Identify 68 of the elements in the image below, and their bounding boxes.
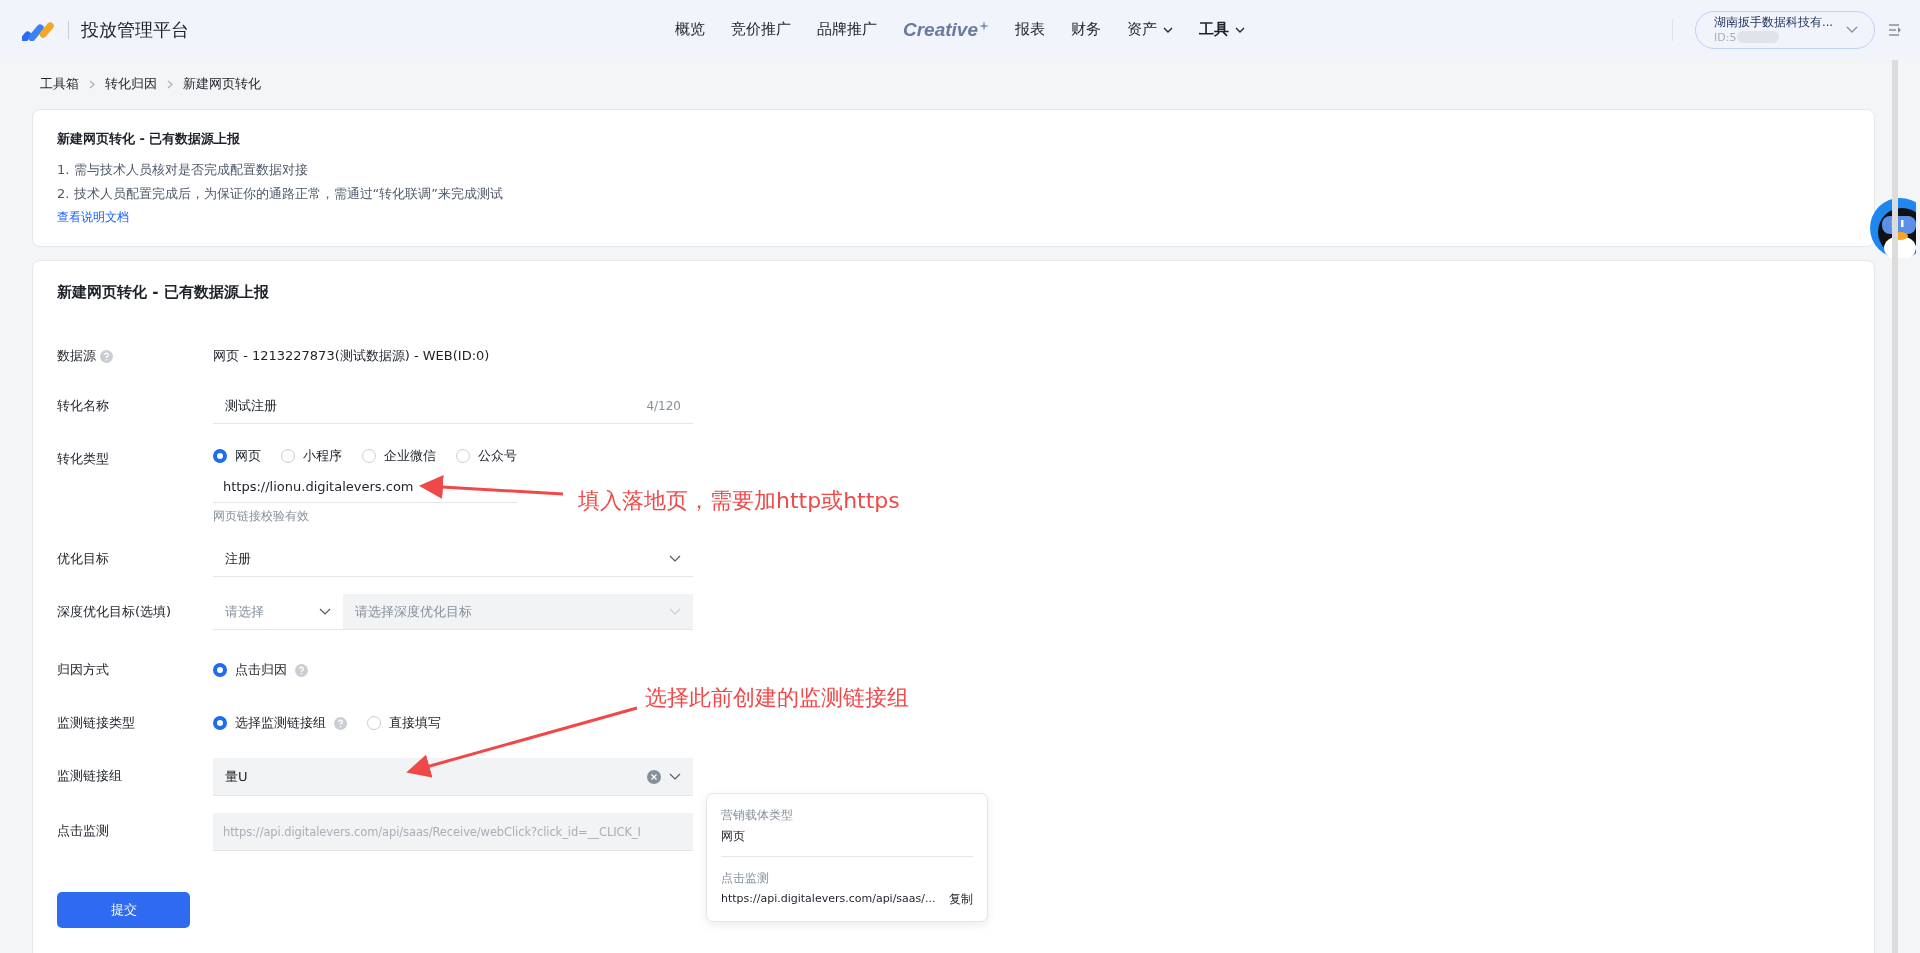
submit-button[interactable]: 提交 bbox=[57, 892, 190, 928]
radio-label[interactable]: 点击归因 bbox=[235, 661, 287, 679]
popover-label: 点击监测 bbox=[721, 871, 770, 886]
chevron-down-icon bbox=[669, 608, 681, 615]
help-icon[interactable] bbox=[100, 349, 113, 363]
chevron-right-icon bbox=[167, 79, 173, 89]
chevron-down-icon bbox=[1846, 26, 1858, 33]
caret-icon bbox=[1235, 26, 1245, 33]
radio-button[interactable] bbox=[213, 716, 227, 730]
validation-hint: 网页链接校验有效 bbox=[213, 509, 310, 524]
help-icon[interactable] bbox=[334, 716, 347, 730]
field-label: 数据源 bbox=[57, 347, 96, 365]
help-icon[interactable] bbox=[295, 663, 308, 677]
clear-icon[interactable] bbox=[647, 769, 661, 784]
form-title: 新建网页转化 - 已有数据源上报 bbox=[57, 283, 270, 302]
breadcrumb-item[interactable]: 新建网页转化 bbox=[183, 75, 261, 93]
nav-tab[interactable]: Creative bbox=[890, 18, 1002, 41]
radio-button[interactable] bbox=[213, 449, 227, 463]
url-input[interactable]: https://lionu.digitalevers.com bbox=[213, 471, 517, 503]
popover-value: 网页 bbox=[721, 829, 746, 844]
notice-title: 新建网页转化 - 已有数据源上报 bbox=[57, 130, 242, 148]
notice-text: 2. 技术人员配置完成后，为保证你的通路正常，需通过“转化联调”来完成测试 bbox=[57, 185, 504, 203]
nav-tab[interactable]: 财务 bbox=[1058, 20, 1114, 39]
collapse-icon[interactable] bbox=[1889, 23, 1902, 36]
click-tracking-field: https://api.digitalevers.com/api/saas/Receive/webClick?click_id=__CLICK_I bbox=[213, 813, 693, 851]
field-label: 转化名称 bbox=[57, 397, 109, 415]
nav-tab[interactable]: 竞价推广 bbox=[718, 20, 804, 39]
caret-icon bbox=[1163, 26, 1173, 33]
nav-tab[interactable]: 概览 bbox=[662, 20, 718, 39]
breadcrumb-item[interactable]: 转化归因 bbox=[105, 75, 157, 93]
nav-tab[interactable]: 报表 bbox=[1002, 20, 1058, 39]
select-field[interactable]: 注册 bbox=[213, 541, 693, 577]
annotation-text: 选择此前创建的监测链接组 bbox=[645, 684, 909, 712]
field-label: 监测链接组 bbox=[57, 767, 122, 785]
annotation-text: 填入落地页，需要加http或https bbox=[578, 487, 900, 515]
data-source-value: 网页 - 1213227873(测试数据源) - WEB(ID:0) bbox=[213, 348, 490, 363]
radio-label[interactable]: 企业微信 bbox=[384, 447, 436, 465]
chevron-right-icon bbox=[89, 79, 95, 89]
chevron-down-icon bbox=[319, 608, 331, 615]
copy-link[interactable]: 复制 bbox=[949, 892, 973, 907]
field-label: 优化目标 bbox=[57, 550, 109, 568]
account-switcher[interactable]: 湖南扳手数据科技有... ID:5 bbox=[1695, 10, 1875, 49]
radio-label[interactable]: 选择监测链接组 bbox=[235, 714, 326, 732]
notice-text: 1. 需与技术人员核对是否完成配置数据对接 bbox=[57, 161, 309, 179]
popover-value: https://api.digitalevers.com/api/saas/... bbox=[721, 892, 936, 907]
scrollbar[interactable] bbox=[1892, 60, 1898, 953]
nav-tab[interactable]: 品牌推广 bbox=[804, 20, 890, 39]
nav-tab[interactable]: 资产 bbox=[1114, 20, 1186, 39]
platform-name: 投放管理平台 bbox=[81, 17, 189, 42]
popover-label: 营销载体类型 bbox=[721, 808, 794, 823]
radio-label[interactable]: 公众号 bbox=[478, 447, 517, 465]
field-label: 转化类型 bbox=[57, 450, 109, 468]
field-label: 归因方式 bbox=[57, 661, 109, 679]
field-label: 深度优化目标(选填) bbox=[57, 603, 172, 621]
sparkle-icon bbox=[979, 20, 989, 31]
radio-label[interactable]: 小程序 bbox=[303, 447, 342, 465]
doc-link[interactable]: 查看说明文档 bbox=[57, 209, 129, 226]
chevron-down-icon bbox=[669, 555, 681, 562]
chevron-down-icon bbox=[669, 773, 681, 780]
radio-label[interactable]: 直接填写 bbox=[389, 714, 441, 732]
field-label: 点击监测 bbox=[57, 822, 109, 840]
radio-button[interactable] bbox=[213, 663, 227, 677]
radio-label[interactable]: 网页 bbox=[235, 447, 261, 465]
select-field[interactable]: 量U bbox=[213, 758, 693, 796]
breadcrumb-item[interactable]: 工具箱 bbox=[40, 75, 79, 93]
field-label: 监测链接类型 bbox=[57, 714, 135, 732]
nav-tab[interactable]: 工具 bbox=[1186, 20, 1258, 39]
name-input[interactable]: 测试注册 4/120 bbox=[213, 388, 693, 424]
